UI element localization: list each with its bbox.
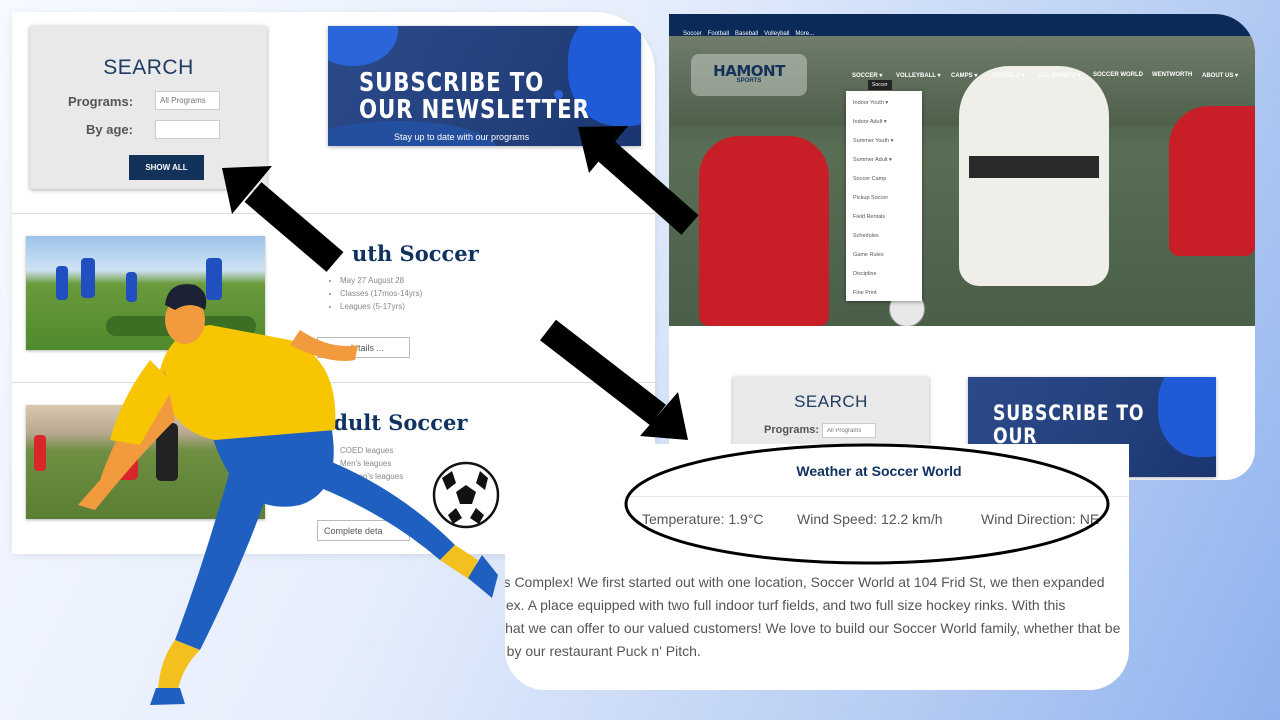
annotation-overlay bbox=[78, 126, 1110, 705]
arrow-to-search-icon bbox=[222, 166, 344, 272]
arrow-to-weather-icon bbox=[540, 319, 688, 440]
highlight-ellipse bbox=[624, 443, 1110, 565]
arrow-to-newsletter-icon bbox=[578, 126, 699, 235]
soccer-ball-icon bbox=[432, 461, 500, 529]
